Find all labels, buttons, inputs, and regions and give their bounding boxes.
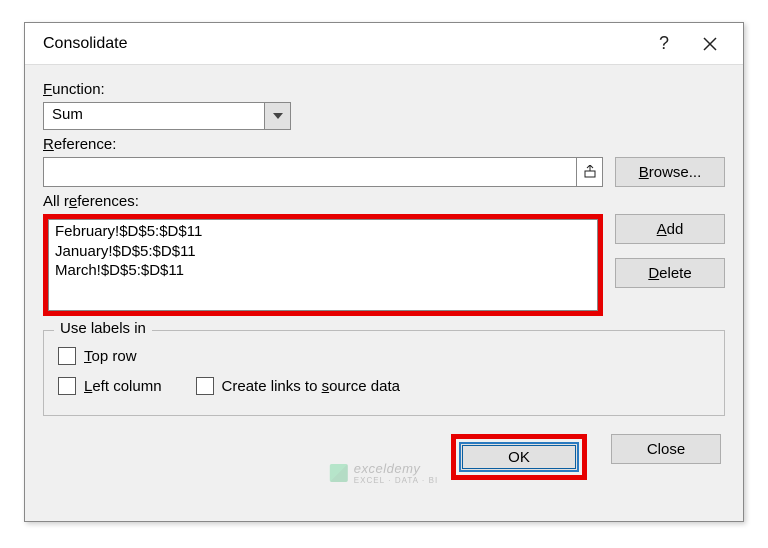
function-label: Function: (43, 81, 725, 98)
top-row-checkbox[interactable] (58, 347, 76, 365)
left-column-checkbox[interactable] (58, 377, 76, 395)
all-references-highlight: February!$D$5:$D$11 January!$D$5:$D$11 M… (43, 214, 603, 316)
range-picker-icon (583, 165, 597, 179)
function-select[interactable]: Sum (43, 102, 291, 130)
list-item[interactable]: January!$D$5:$D$11 (55, 242, 591, 262)
delete-button[interactable]: Delete (615, 258, 725, 288)
consolidate-dialog: Consolidate ? Function: Sum Reference: B… (24, 22, 744, 522)
all-references-listbox[interactable]: February!$D$5:$D$11 January!$D$5:$D$11 M… (48, 219, 598, 311)
reference-input-wrap (43, 157, 603, 187)
browse-button[interactable]: Browse... (615, 157, 725, 187)
create-links-label: Create links to source data (222, 378, 400, 395)
list-item[interactable]: March!$D$5:$D$11 (55, 261, 591, 281)
ok-button[interactable]: OK (459, 442, 579, 472)
use-labels-fieldset: Use labels in Top row Left column Create… (43, 330, 725, 416)
dialog-title: Consolidate (43, 35, 641, 53)
window-close-button[interactable] (687, 24, 733, 64)
all-references-label: All references: (43, 193, 725, 210)
create-links-checkbox[interactable] (196, 377, 214, 395)
close-button[interactable]: Close (611, 434, 721, 464)
close-icon (703, 37, 717, 51)
titlebar: Consolidate ? (25, 23, 743, 65)
function-select-value: Sum (44, 103, 264, 129)
top-row-label: Top row (84, 348, 137, 365)
left-column-label: Left column (84, 378, 162, 395)
reference-input[interactable] (44, 158, 576, 186)
use-labels-legend: Use labels in (54, 320, 152, 337)
dialog-content: Function: Sum Reference: Browse... All r… (25, 65, 743, 494)
list-item[interactable]: February!$D$5:$D$11 (55, 222, 591, 242)
ok-highlight: OK (451, 434, 587, 480)
add-button[interactable]: Add (615, 214, 725, 244)
reference-label: Reference: (43, 136, 725, 153)
chevron-down-icon (264, 103, 290, 129)
help-button[interactable]: ? (641, 24, 687, 64)
range-picker-button[interactable] (576, 158, 602, 186)
